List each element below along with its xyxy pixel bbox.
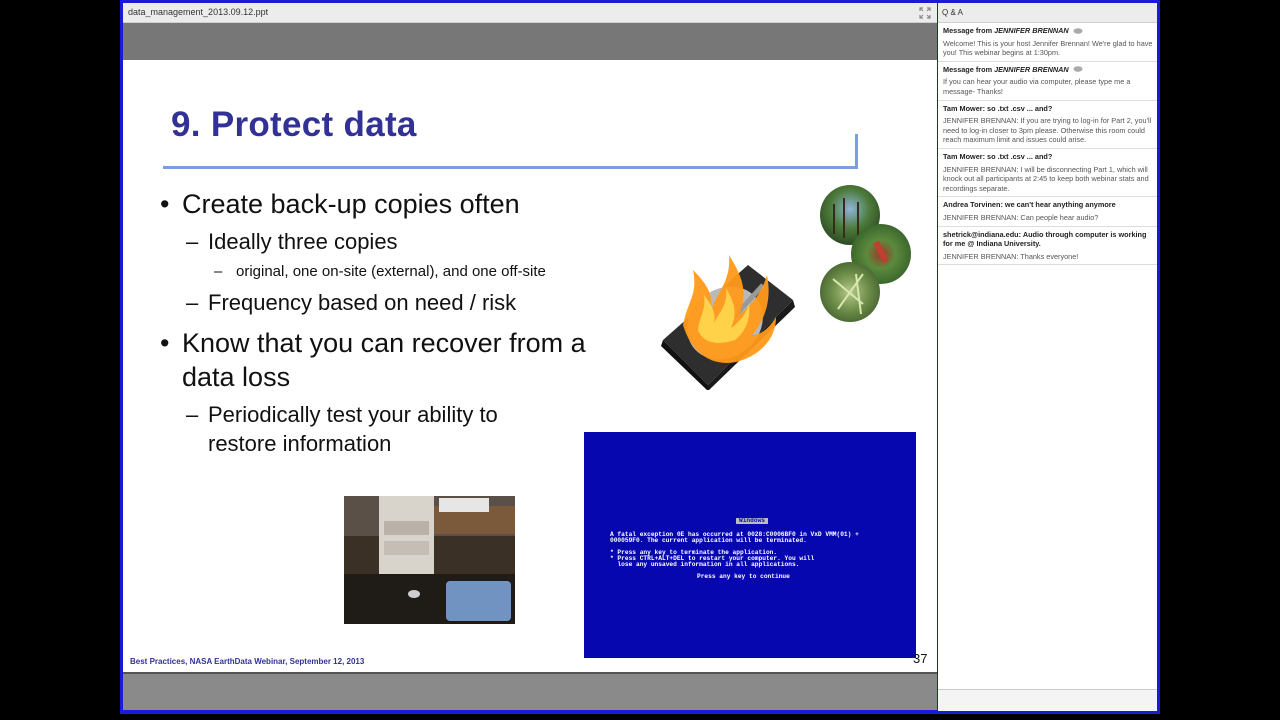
qa-question-text: Tam Mower: so .txt .csv ... and? [943, 103, 1053, 113]
slide-number: 37 [913, 651, 928, 666]
qa-answer-text: JENNIFER BRENNAN: I will be disconnectin… [943, 164, 1149, 193]
title-rule-vertical [855, 134, 858, 169]
bullet-2-line-1: Know that you can recover from a [182, 328, 586, 358]
bullet-2-line-2: data loss [182, 362, 291, 392]
chat-bubble-icon [1073, 66, 1083, 73]
nature-photos-image [820, 185, 911, 322]
chat-bubble-icon [1073, 27, 1083, 34]
presentation-bottom-band [123, 672, 937, 710]
qa-question[interactable]: Tam Mower: so .txt .csv ... and? JENNIFE… [938, 149, 1157, 198]
bullet-1-sub-1-detail: original, one on-site (external), and on… [214, 263, 546, 280]
burning-hard-drive-image [661, 255, 795, 390]
qa-answer-text: JENNIFER BRENNAN: If you are trying to l… [943, 116, 1152, 145]
qa-answer-text: JENNIFER BRENNAN: Can people hear audio? [943, 212, 1099, 222]
qa-message-sender: Message from JENNIFER BRENNAN [943, 65, 1153, 75]
blue-screen-image: Windows A fatal exception 0E has occurre… [584, 432, 916, 658]
qa-message-body: Welcome! This is your host Jennifer Bren… [943, 38, 1153, 58]
bsod-line-5: lose any unsaved information in all appl… [610, 561, 800, 568]
qa-message[interactable]: Message from JENNIFER BRENNAN If you can… [938, 62, 1157, 101]
presentation-titlebar: data_management_2013.09.12.ppt [123, 3, 937, 23]
qa-header: Q & A [938, 3, 1157, 23]
qa-question-text: Andrea Torvinen: we can't hear anything … [943, 200, 1116, 210]
slide-title: 9. Protect data [171, 105, 417, 144]
bullet-2: Know that you can recover from a data lo… [160, 326, 586, 394]
qa-question[interactable]: Andrea Torvinen: we can't hear anything … [938, 197, 1157, 227]
qa-answer-text: JENNIFER BRENNAN: Thanks everyone! [943, 251, 1079, 261]
bullet-1-sub-1: Ideally three copies [186, 227, 398, 256]
bullet-1: Create back-up copies often [160, 187, 520, 221]
bullet-2-sub-1-line-1: Periodically test your ability to [208, 402, 498, 427]
qa-question-text: shetrick@indiana.edu: Audio through comp… [943, 229, 1147, 249]
presentation-file-name: data_management_2013.09.12.ppt [128, 7, 269, 17]
qa-message-sender: Message from JENNIFER BRENNAN [943, 26, 1153, 36]
slide: 9. Protect data Create back-up copies of… [123, 60, 937, 672]
qa-message-body: If you can hear your audio via computer,… [943, 77, 1131, 96]
flooded-office-image [344, 496, 515, 624]
qa-question[interactable]: shetrick@indiana.edu: Audio through comp… [938, 227, 1157, 266]
presentation-top-band [123, 23, 937, 60]
qa-question[interactable]: Tam Mower: so .txt .csv ... and? JENNIFE… [938, 101, 1157, 149]
qa-message[interactable]: Message from JENNIFER BRENNAN Welcome! T… [938, 23, 1157, 62]
expand-icon[interactable] [919, 7, 931, 19]
bsod-line-6: Press any key to continue [697, 573, 790, 580]
qa-input-area[interactable] [938, 689, 1157, 711]
slide-footer: Best Practices, NASA EarthData Webinar, … [130, 657, 365, 666]
title-rule [163, 166, 857, 169]
bsod-windows-badge: Windows [736, 517, 768, 524]
bullet-1-sub-2: Frequency based on need / risk [186, 288, 516, 317]
bullet-2-sub-1: Periodically test your ability to restor… [186, 400, 498, 458]
bullet-2-sub-1-line-2: restore information [208, 431, 392, 456]
qa-question-text: Tam Mower: so .txt .csv ... and? [943, 151, 1053, 161]
qa-panel: Q & A Message from JENNIFER BRENNAN Welc… [938, 3, 1157, 711]
bsod-line-2: 000059F0. The current application will b… [610, 537, 807, 544]
